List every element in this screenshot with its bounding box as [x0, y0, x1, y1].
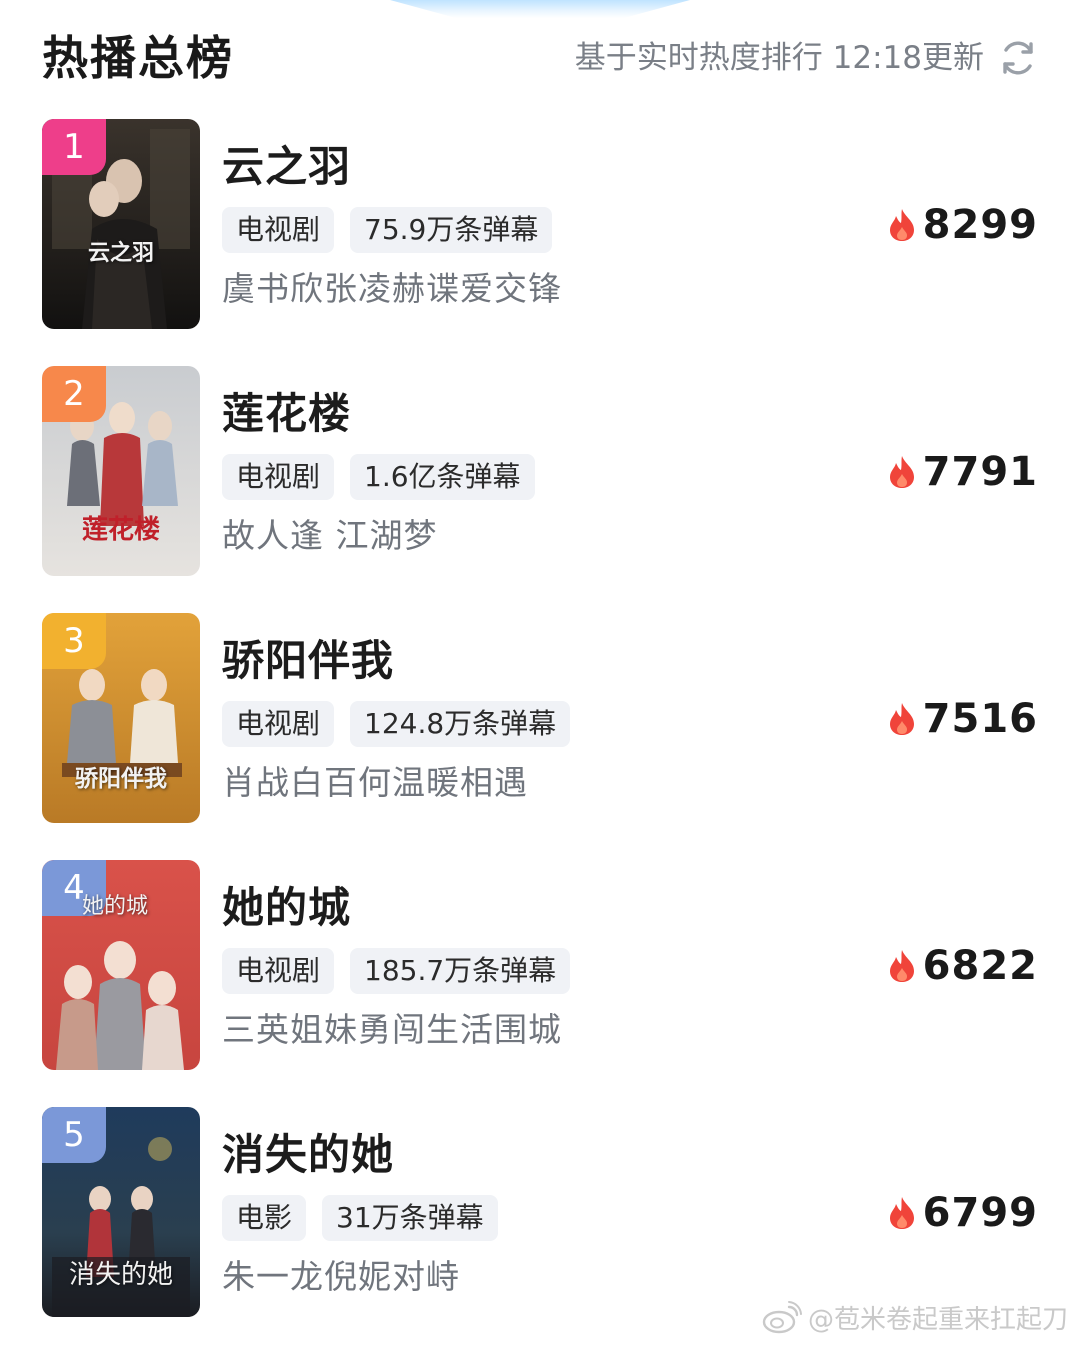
- rank-badge: 5: [42, 1107, 106, 1163]
- danmu-count-tag: 75.9万条弹幕: [350, 207, 553, 253]
- list-item[interactable]: 3 骄阳伴我 骄阳伴我 电视剧 124.8万条弹幕 肖战白百何温暖相遇 7516: [42, 613, 1038, 823]
- heat-score: 6799: [887, 1187, 1038, 1239]
- show-title[interactable]: 骄阳伴我: [222, 635, 394, 687]
- heat-value: 8299: [922, 202, 1038, 248]
- tag-group: 电视剧 1.6亿条弹幕: [222, 454, 535, 500]
- show-description: 三英姐妹勇闯生活围城: [222, 1010, 562, 1049]
- poster-image[interactable]: 1 云之羽: [42, 119, 200, 329]
- tag-group: 电视剧 185.7万条弹幕: [222, 948, 571, 994]
- danmu-count-tag: 31万条弹幕: [322, 1195, 498, 1241]
- tag-group: 电影 31万条弹幕: [222, 1195, 498, 1241]
- show-description: 肖战白百何温暖相遇: [222, 763, 528, 802]
- show-title[interactable]: 云之羽: [222, 141, 351, 193]
- genre-tag: 电视剧: [222, 207, 335, 253]
- show-description: 虞书欣张凌赫谍爱交锋: [222, 269, 562, 308]
- heat-score: 8299: [887, 199, 1038, 251]
- weibo-logo-icon: [762, 1300, 802, 1333]
- genre-tag: 电视剧: [222, 701, 335, 747]
- poster-image[interactable]: 5 消失的她: [42, 1107, 200, 1317]
- show-description: 故人逢 江湖梦: [222, 516, 438, 555]
- danmu-count-tag: 1.6亿条弹幕: [350, 454, 535, 500]
- watermark: @苞米卷起重来扛起刀: [762, 1299, 1068, 1336]
- rank-badge: 3: [42, 613, 106, 669]
- heat-value: 7791: [922, 449, 1038, 495]
- rank-badge: 2: [42, 366, 106, 422]
- genre-tag: 电视剧: [222, 948, 335, 994]
- heat-value: 6822: [922, 943, 1038, 989]
- poster-title: 云之羽: [87, 240, 154, 266]
- poster-title: 骄阳伴我: [75, 765, 167, 792]
- flame-icon: [889, 950, 914, 982]
- flame-icon: [889, 703, 914, 735]
- poster-title: 莲花楼: [81, 515, 160, 545]
- refresh-icon[interactable]: [998, 38, 1038, 78]
- show-title[interactable]: 莲花楼: [222, 388, 351, 440]
- danmu-count-tag: 124.8万条弹幕: [350, 701, 571, 747]
- top-glow-decoration: [390, 0, 690, 18]
- ranking-header: 热播总榜 基于实时热度排行 12:18更新: [42, 30, 1038, 86]
- genre-tag: 电影: [222, 1195, 307, 1241]
- heat-score: 6822: [887, 940, 1038, 992]
- show-description: 朱一龙倪妮对峙: [222, 1257, 460, 1296]
- watermark-text: @苞米卷起重来扛起刀: [807, 1305, 1068, 1335]
- poster-image[interactable]: 3 骄阳伴我: [42, 613, 200, 823]
- tag-group: 电视剧 124.8万条弹幕: [222, 701, 571, 747]
- poster-title: 她的城: [82, 894, 149, 919]
- heat-score: 7516: [887, 693, 1038, 745]
- heat-value: 6799: [922, 1190, 1038, 1236]
- list-item[interactable]: 4 她的城 她的城 电视剧 185.7万条弹幕 三英姐妹勇闯生活围城 6822: [42, 860, 1038, 1070]
- genre-tag: 电视剧: [222, 454, 335, 500]
- danmu-count-tag: 185.7万条弹幕: [350, 948, 571, 994]
- poster-image[interactable]: 2 莲花楼: [42, 366, 200, 576]
- list-item[interactable]: 1 云之羽 云之羽 电视剧 75.9万条弹幕 虞书欣张凌赫谍爱交锋 8299: [42, 119, 1038, 329]
- update-info: 基于实时热度排行 12:18更新: [574, 40, 984, 76]
- tag-group: 电视剧 75.9万条弹幕: [222, 207, 553, 253]
- flame-icon: [889, 456, 914, 488]
- rank-badge: 1: [42, 119, 106, 175]
- list-item[interactable]: 5 消失的她 消失的她 电影 31万条弹幕 朱一龙倪妮对峙 6799: [42, 1107, 1038, 1317]
- show-title[interactable]: 她的城: [222, 882, 351, 934]
- heat-value: 7516: [922, 696, 1038, 742]
- page-title: 热播总榜: [42, 31, 234, 85]
- heat-score: 7791: [887, 446, 1038, 498]
- show-title[interactable]: 消失的她: [222, 1129, 394, 1181]
- list-item[interactable]: 2 莲花楼 莲花楼 电视剧 1.6亿条弹幕 故人逢 江湖梦 7791: [42, 366, 1038, 576]
- poster-image[interactable]: 4 她的城: [42, 860, 200, 1070]
- flame-icon: [889, 1197, 914, 1229]
- poster-title: 消失的她: [68, 1260, 173, 1290]
- flame-icon: [889, 209, 914, 241]
